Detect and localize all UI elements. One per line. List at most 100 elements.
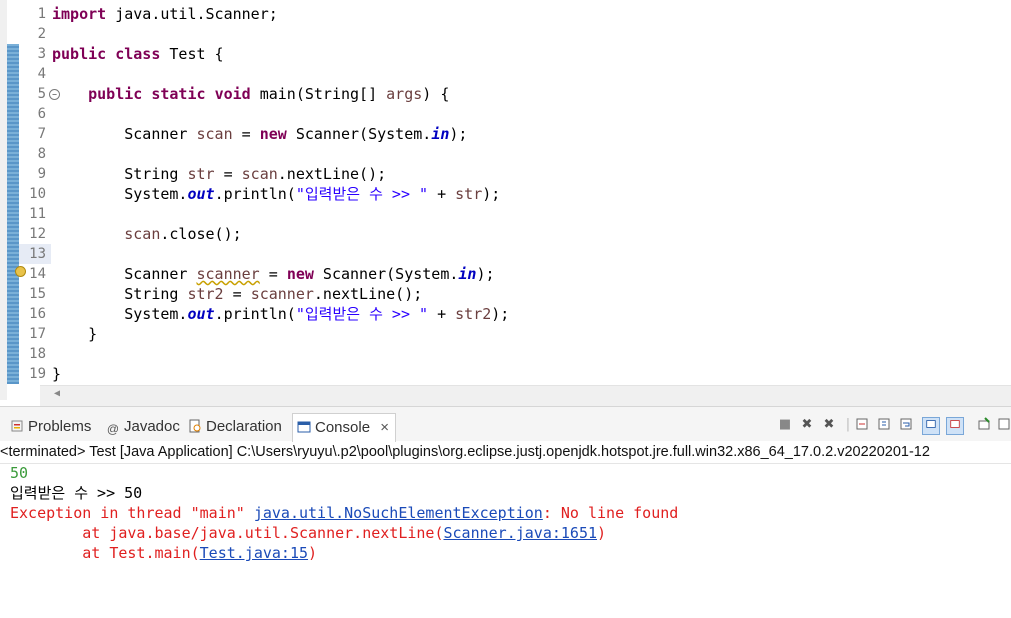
code-line[interactable]: 5 public static void main(String[] args)…	[7, 84, 1011, 104]
launch-status-line: <terminated> Test [Java Application] C:\…	[0, 441, 1011, 464]
code-line[interactable]: 11	[7, 204, 1011, 224]
horizontal-scrollbar[interactable]: ◀	[40, 385, 1011, 406]
console-stdout-line: 입력받은 수 >> 50	[10, 484, 143, 502]
code-line[interactable]: 17 }	[7, 324, 1011, 344]
line-number: 12	[29, 226, 46, 242]
tab-label: Console	[315, 419, 371, 436]
problems-icon	[11, 420, 23, 432]
stack-frame-text: at java.base/java.util.Scanner.nextLine(	[10, 524, 444, 542]
code-text: Test {	[160, 45, 224, 63]
code-line[interactable]: 7 Scanner scan = new Scanner(System.in);	[7, 124, 1011, 144]
scroll-lock-icon[interactable]	[876, 417, 892, 433]
tab-label: Problems	[28, 418, 92, 435]
code-text: =	[214, 165, 242, 183]
code-text: java.util.Scanner;	[106, 5, 278, 23]
line-number: 13	[29, 246, 46, 262]
keyword: public	[52, 45, 107, 63]
code-line[interactable]: 18	[7, 344, 1011, 364]
keyword: new	[259, 125, 287, 143]
line-number: 1	[37, 6, 46, 22]
variable: args	[386, 85, 423, 103]
code-line[interactable]: 9 String str = scan.nextLine();	[7, 164, 1011, 184]
tab-javadoc[interactable]: @ Javadoc	[106, 415, 180, 439]
code-line[interactable]: 4	[7, 64, 1011, 84]
tab-label: Javadoc	[124, 418, 180, 435]
close-icon[interactable]: ×	[380, 419, 389, 436]
variable: scan	[196, 125, 233, 143]
code-text: +	[428, 305, 456, 323]
code-line[interactable]: 14 Scanner scanner = new Scanner(System.…	[7, 264, 1011, 284]
line-number: 18	[29, 346, 46, 362]
code-line[interactable]: 10 System.out.println("입력받은 수 >> " + str…	[7, 184, 1011, 204]
code-text: }	[88, 325, 98, 343]
remove-all-terminated-icon[interactable]: ✖	[821, 417, 837, 433]
line-number: 5	[37, 86, 46, 102]
code-text: );	[449, 125, 468, 143]
field: out	[187, 305, 215, 323]
variable: str2	[455, 305, 492, 323]
pin-console-icon[interactable]	[976, 417, 992, 433]
code-text: Scanner	[124, 265, 197, 283]
code-line[interactable]: 2	[7, 24, 1011, 44]
code-text: Scanner(System.	[286, 125, 432, 143]
tab-console[interactable]: Console ×	[292, 413, 396, 442]
code-text: Scanner	[124, 125, 197, 143]
clear-console-icon[interactable]	[854, 417, 870, 433]
terminate-icon[interactable]: ■	[777, 417, 793, 433]
string-literal: "입력받은 수 >> "	[295, 185, 429, 203]
show-on-stderr-icon[interactable]	[946, 417, 964, 435]
variable: scanner	[250, 285, 314, 303]
show-on-stdout-icon[interactable]	[922, 417, 940, 435]
line-number: 11	[29, 206, 46, 222]
code-text: Scanner(System.	[313, 265, 459, 283]
code-text: }	[52, 365, 62, 383]
line-number: 16	[29, 306, 46, 322]
stack-frame-text: )	[597, 524, 607, 542]
variable: str2	[187, 285, 224, 303]
code-line[interactable]: 12 scan.close();	[7, 224, 1011, 244]
code-line[interactable]: 13	[7, 244, 1011, 264]
code-editor[interactable]: − 1 import java.util.Scanner; 2 3 public…	[7, 0, 1011, 384]
bottom-view-panel: Problems @ Javadoc Declaration Console × …	[0, 406, 1011, 618]
line-number: 9	[37, 166, 46, 182]
exception-link[interactable]: java.util.NoSuchElementException	[254, 504, 543, 522]
code-text: main(String[]	[250, 85, 387, 103]
code-line[interactable]: 8	[7, 144, 1011, 164]
code-text: .println(	[214, 305, 296, 323]
field: out	[187, 185, 215, 203]
code-text: =	[232, 125, 260, 143]
code-text: String	[124, 165, 188, 183]
string-literal: "입력받은 수 >> "	[295, 305, 429, 323]
code-text: =	[223, 285, 251, 303]
keyword: static	[151, 85, 206, 103]
line-number: 6	[37, 106, 46, 122]
code-text: );	[482, 185, 501, 203]
variable-warning: scanner	[196, 265, 260, 283]
tab-declaration[interactable]: Declaration	[188, 415, 282, 439]
stack-frame-link[interactable]: Scanner.java:1651	[443, 524, 597, 542]
line-number: 15	[29, 286, 46, 302]
display-selected-console-icon[interactable]	[996, 417, 1011, 433]
console-output[interactable]: 50 입력받은 수 >> 50 Exception in thread "mai…	[10, 463, 678, 563]
code-line[interactable]: 3 public class Test {	[7, 44, 1011, 64]
code-line[interactable]: 6	[7, 104, 1011, 124]
view-tab-bar: Problems @ Javadoc Declaration Console × …	[0, 407, 1011, 442]
line-number: 4	[37, 66, 46, 82]
code-text: System.	[124, 305, 188, 323]
console-input-line: 50	[10, 464, 29, 482]
tab-problems[interactable]: Problems	[10, 415, 91, 439]
remove-launch-icon[interactable]: ✖	[799, 417, 815, 433]
scroll-left-arrow-icon[interactable]: ◀	[54, 388, 60, 399]
code-text: +	[428, 185, 456, 203]
word-wrap-icon[interactable]	[898, 417, 914, 433]
at-sign-icon: @	[106, 422, 120, 436]
line-number: 10	[29, 186, 46, 202]
code-text: .nextLine();	[313, 285, 423, 303]
variable: scan	[241, 165, 278, 183]
code-line[interactable]: 19 }	[7, 364, 1011, 384]
code-line[interactable]: 15 String str2 = scanner.nextLine();	[7, 284, 1011, 304]
code-line[interactable]: 16 System.out.println("입력받은 수 >> " + str…	[7, 304, 1011, 324]
line-number: 17	[29, 326, 46, 342]
stack-frame-link[interactable]: Test.java:15	[200, 544, 308, 562]
code-line[interactable]: 1 import java.util.Scanner;	[7, 4, 1011, 24]
